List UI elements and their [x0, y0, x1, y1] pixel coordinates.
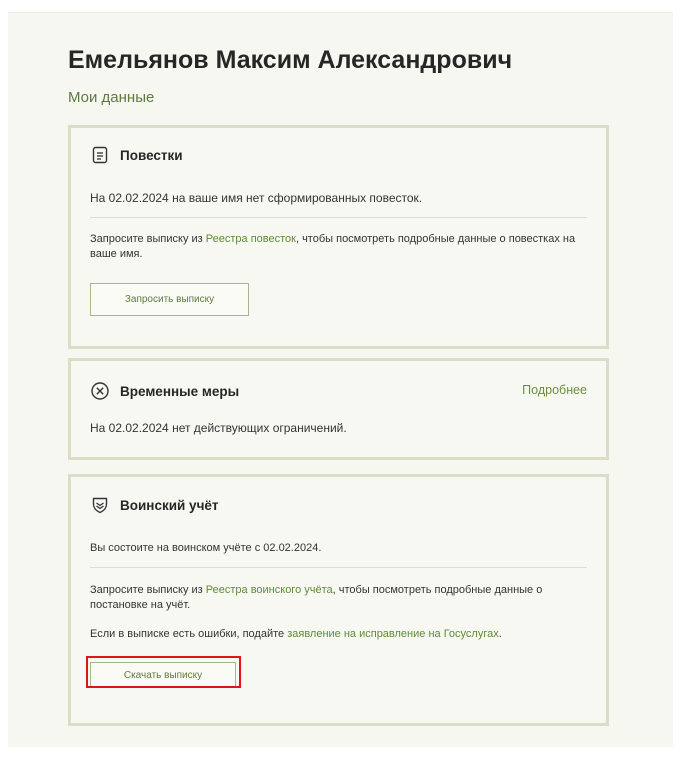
request-extract-button[interactable]: Запросить выписку — [90, 283, 249, 316]
divider — [90, 217, 587, 218]
measures-card-header: Временные меры — [90, 381, 239, 401]
summons-card-header: Повестки — [90, 145, 183, 165]
military-registry-link[interactable]: Реестра воинского учёта — [206, 584, 333, 596]
close-circle-icon — [90, 381, 110, 401]
measures-status: На 02.02.2024 нет действующих ограничени… — [90, 421, 347, 435]
military-card-header: Воинский учёт — [90, 495, 219, 515]
summons-status: На 02.02.2024 на ваше имя нет сформирова… — [90, 191, 423, 205]
page: Емельянов Максим Александрович Мои данны… — [8, 12, 673, 747]
correction-request-link[interactable]: заявление на исправление на Госуслугах — [287, 628, 499, 640]
military-request-text: Запросите выписку из Реестра воинского у… — [90, 584, 543, 611]
summons-registry-link[interactable]: Реестра повесток — [206, 233, 296, 245]
measures-title: Временные меры — [120, 383, 240, 399]
shield-icon — [90, 495, 110, 515]
measures-more-link[interactable]: Подробнее — [522, 383, 587, 397]
page-subtitle: Мои данные — [68, 89, 155, 106]
document-icon — [90, 145, 110, 165]
military-status: Вы состоите на воинском учёте с 02.02.20… — [90, 542, 322, 554]
summons-card: Повестки На 02.02.2024 на ваше имя нет с… — [68, 125, 609, 349]
page-title: Емельянов Максим Александрович — [68, 46, 513, 74]
military-title: Воинский учёт — [120, 497, 219, 513]
military-errors-text: Если в выписке есть ошибки, подайте заяв… — [90, 628, 502, 640]
measures-card: Временные меры Подробнее На 02.02.2024 н… — [68, 358, 609, 460]
divider — [90, 567, 587, 568]
summons-title: Повестки — [120, 147, 183, 163]
summons-request-text: Запросите выписку из Реестра повесток, ч… — [90, 233, 576, 260]
military-card: Воинский учёт Вы состоите на воинском уч… — [68, 474, 609, 726]
highlight-frame — [86, 656, 241, 688]
